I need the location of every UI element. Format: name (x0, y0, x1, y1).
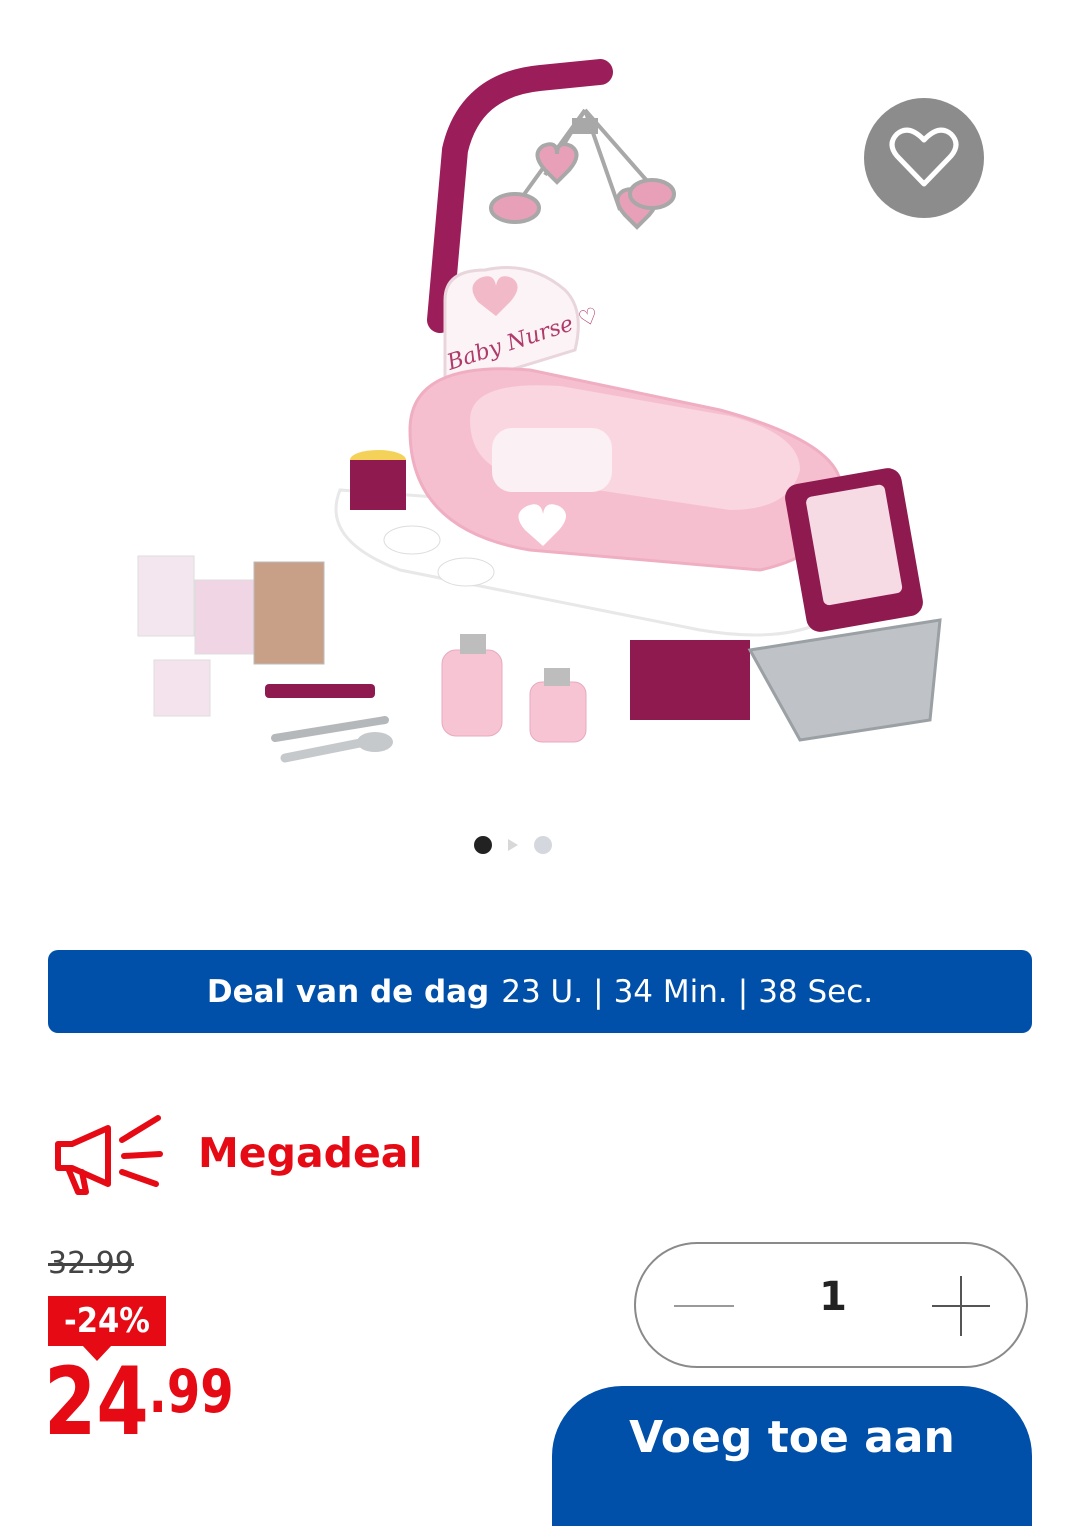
deal-label: Deal van de dag (206, 973, 490, 1010)
price-integer: 24 (44, 1348, 149, 1457)
heart-outline-icon (889, 127, 959, 187)
megadeal-badge: Megadeal (52, 1108, 423, 1198)
add-to-cart-button[interactable]: Voeg toe aan (552, 1386, 1032, 1526)
old-price: 32.99 (48, 1246, 134, 1281)
quantity-value[interactable]: 1 (806, 1274, 860, 1320)
deal-hours: 23 U. (501, 973, 584, 1010)
megadeal-label: Megadeal (198, 1129, 423, 1177)
carousel-next-icon[interactable] (506, 838, 520, 852)
deal-seconds: 38 Sec. (758, 973, 874, 1010)
favorite-button[interactable] (864, 98, 984, 218)
current-price: 24 .99 (44, 1356, 234, 1450)
decrease-quantity-button[interactable] (674, 1286, 738, 1326)
carousel-dot-active[interactable] (474, 836, 492, 854)
increase-quantity-button[interactable] (930, 1274, 994, 1338)
deal-minutes: 34 Min. (613, 973, 728, 1010)
deal-of-the-day-banner: Deal van de dag 23 U. | 34 Min. | 38 Sec… (48, 950, 1032, 1033)
deal-separator: | (737, 973, 749, 1010)
quantity-stepper: 1 (634, 1242, 1028, 1368)
deal-separator: | (593, 973, 604, 1010)
price-decimals: .99 (148, 1357, 234, 1427)
minus-icon (674, 1305, 734, 1307)
megaphone-icon (55, 1115, 163, 1195)
carousel-indicator (472, 834, 562, 856)
discount-badge: -24% (48, 1296, 166, 1346)
carousel-dot[interactable] (534, 836, 552, 854)
